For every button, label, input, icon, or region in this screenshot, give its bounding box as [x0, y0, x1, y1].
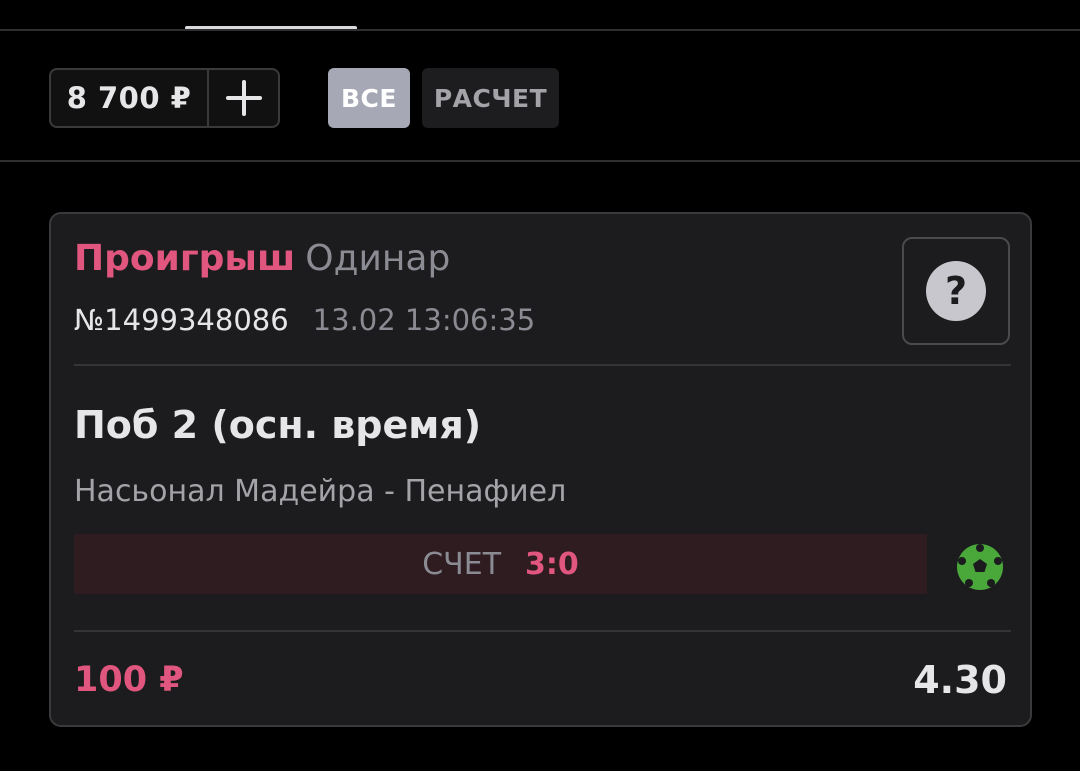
card-divider-bottom [74, 630, 1011, 632]
bet-meta: №1499348086 13.02 13:06:35 [74, 303, 535, 337]
bet-datetime: 13.02 13:06:35 [312, 303, 536, 337]
filter-divider [0, 160, 1080, 162]
plus-icon [225, 80, 262, 116]
bet-odds: 4.30 [913, 658, 1007, 702]
bet-outcome: Поб 2 (осн. время) [74, 403, 482, 447]
question-icon: ? [926, 261, 986, 321]
bet-stake: 100 ₽ [74, 660, 184, 700]
filter-all-button[interactable]: ВСЕ [328, 68, 410, 128]
card-divider-top [74, 364, 1011, 366]
balance-widget: 8 700 ₽ [49, 68, 280, 128]
add-funds-button[interactable] [209, 70, 278, 126]
score-bar: СЧЕТ 3:0 [74, 534, 927, 594]
help-button[interactable]: ? [902, 237, 1010, 345]
soccer-ball-icon [957, 544, 1003, 590]
bet-header: Проигрыш Одинар [74, 238, 450, 279]
balance-amount: 8 700 ₽ [66, 81, 192, 115]
top-divider [0, 29, 1080, 31]
bet-type: Одинар [305, 238, 451, 279]
score-label: СЧЕТ [422, 546, 502, 582]
filter-calc-button[interactable]: РАСЧЕТ [422, 68, 559, 128]
match-name: Насьонал Мадейра - Пенафиел [74, 474, 567, 509]
bet-history-screen: 8 700 ₽ ВСЕ РАСЧЕТ Проигрыш Одинар №14993… [0, 0, 1080, 771]
score-value: 3:0 [525, 546, 579, 582]
bet-card[interactable]: Проигрыш Одинар №1499348086 13.02 13:06:35… [49, 212, 1032, 727]
bet-number: №1499348086 [74, 303, 289, 337]
bet-status: Проигрыш [74, 238, 296, 279]
